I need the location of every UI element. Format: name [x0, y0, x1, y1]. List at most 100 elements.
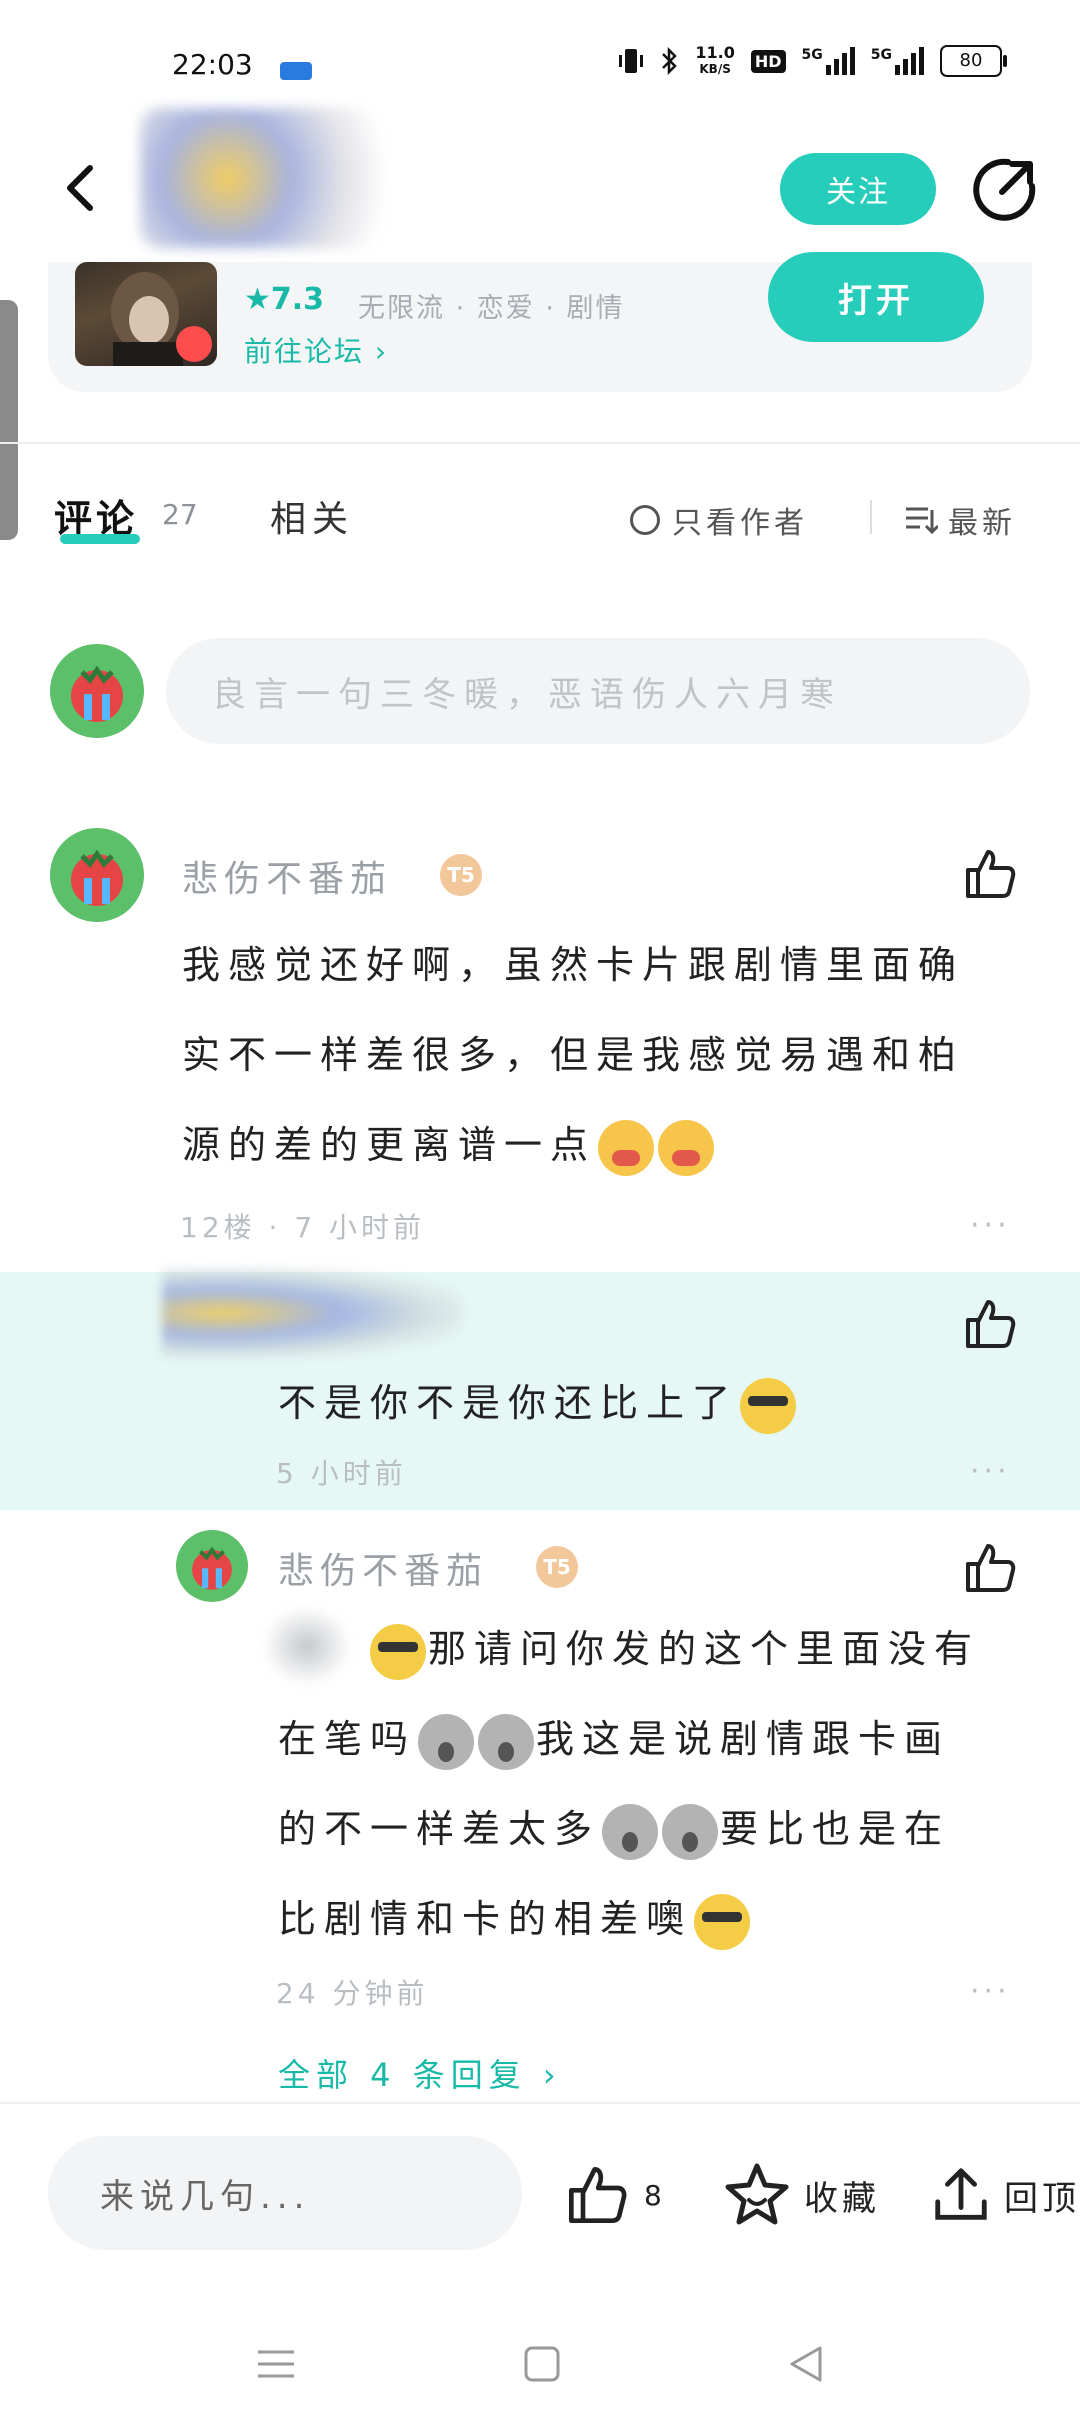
reply-text: 比剧情和卡的相差噢 — [278, 1897, 693, 1941]
sort-icon — [906, 507, 938, 535]
bluetooth-icon — [662, 46, 678, 76]
more-options-icon[interactable]: ··· — [970, 1974, 1011, 2009]
upload-arrow-icon — [935, 2168, 987, 2220]
signal-5g-2-icon: 5G — [871, 47, 924, 75]
replier-name[interactable]: 悲伤不番茄 — [278, 1542, 488, 1594]
level-badge: T5 — [440, 854, 482, 896]
comment-line-with-emoji: 源的差的更离谱一点 — [182, 1100, 964, 1190]
chevron-right-icon: › — [374, 335, 389, 368]
forum-link-label: 前往论坛 — [244, 335, 365, 368]
floor-number: 12楼 — [180, 1211, 256, 1244]
tab-related[interactable]: 相关 — [270, 490, 354, 542]
cool-sweat-emoji-icon — [740, 1377, 797, 1434]
star-icon — [725, 2163, 789, 2225]
divider — [0, 442, 1080, 444]
reply-text: 要比也是在 — [720, 1807, 951, 1851]
more-options-icon[interactable]: ··· — [970, 1208, 1011, 1243]
reply-body: 那请问你发的这个里面没有 在笔吗 我这是说剧情跟卡画 的不一样差太多 要比也是在 比… — [278, 1604, 980, 1964]
status-time: 22:03 — [172, 48, 253, 81]
like-icon[interactable] — [960, 844, 1020, 904]
reply-text: 在笔吗 — [278, 1717, 417, 1761]
share-icon[interactable] — [968, 154, 1040, 226]
like-icon — [569, 2167, 627, 2223]
comment-input[interactable]: 良言一句三冬暖，恶语伤人六月寒 — [166, 638, 1030, 744]
signal-5g-1-icon: 5G — [802, 47, 855, 75]
level-badge: T5 — [536, 1546, 578, 1588]
net-speed: 11.0 KB/S — [695, 44, 734, 78]
reply-time: 24 分钟前 — [276, 1977, 429, 2010]
only-author-label: 只看作者 — [672, 506, 808, 541]
home-icon[interactable] — [522, 2344, 562, 2384]
sort-label: 最新 — [948, 506, 1016, 541]
hd-icon: HD — [750, 49, 786, 73]
shocked-emoji-icon — [418, 1713, 475, 1770]
status-icons: 11.0 KB/S HD 5G 5G 80 — [617, 44, 1007, 78]
shocked-emoji-icon — [662, 1803, 719, 1860]
reply-line-1: 那请问你发的这个里面没有 — [278, 1604, 980, 1694]
view-all-replies-link[interactable]: 全部 4 条回复 › — [278, 2050, 562, 2096]
app-indicator-icon — [280, 62, 312, 80]
shocked-emoji-icon — [602, 1803, 659, 1860]
game-tags: 无限流 · 恋爱 · 剧情 — [358, 293, 625, 324]
commenter-avatar[interactable] — [50, 828, 144, 922]
replier-info-blurred[interactable] — [162, 1268, 462, 1358]
reply-time: 5 小时前 — [276, 1457, 407, 1490]
like-icon[interactable] — [960, 1294, 1020, 1354]
reply-line-4: 比剧情和卡的相差噢 — [278, 1874, 980, 1964]
user-avatar[interactable] — [50, 644, 144, 738]
menu-icon[interactable] — [256, 2344, 296, 2384]
favorite-button[interactable]: 收藏 — [722, 2160, 880, 2230]
like-count: 8 — [644, 2178, 666, 2212]
battery-icon: 80 — [940, 45, 1007, 77]
commenter-name[interactable]: 悲伤不番茄 — [182, 850, 392, 902]
divider — [0, 2102, 1080, 2104]
favorite-label: 收藏 — [804, 2178, 880, 2219]
comments-count: 27 — [162, 498, 198, 531]
tab-active-indicator — [60, 534, 140, 544]
follow-button[interactable]: 关注 — [780, 153, 936, 225]
system-nav-bar — [0, 2290, 1080, 2412]
reply-text: 我这是说剧情跟卡画 — [536, 1717, 951, 1761]
sort-button[interactable]: 最新 — [904, 498, 1016, 542]
cool-sweat-emoji-icon — [370, 1623, 426, 1680]
shocked-emoji-icon — [478, 1713, 535, 1770]
back-arrow-icon[interactable] — [52, 158, 112, 218]
comment-meta: 12楼 · 7 小时前 — [180, 1211, 426, 1244]
replier-avatar[interactable] — [176, 1530, 248, 1602]
back-to-top-label: 回顶 — [1004, 2178, 1080, 2219]
reply-text: 那请问你发的这个里面没有 — [428, 1627, 981, 1671]
net-speed-value: 11.0 — [695, 43, 735, 62]
rating-value: 7.3 — [270, 282, 325, 317]
comment-body: 我感觉还好啊，虽然卡片跟剧情里面确 实不一样差很多，但是我感觉易遇和柏 源的差的… — [182, 920, 964, 1190]
back-icon[interactable] — [786, 2344, 826, 2384]
like-button[interactable]: 8 — [562, 2160, 666, 2230]
reply-body: 不是你不是你还比上了 — [278, 1358, 798, 1448]
reply-text: 不是你不是你还比上了 — [278, 1381, 739, 1425]
reply-input[interactable]: 来说几句... — [48, 2136, 522, 2250]
heart-emoji-icon — [598, 1119, 655, 1176]
signal2-label: 5G — [870, 47, 892, 63]
back-to-top-button[interactable]: 回顶 — [930, 2160, 1080, 2230]
comment-line: 源的差的更离谱一点 — [182, 1123, 597, 1167]
edge-handle[interactable] — [0, 300, 18, 540]
author-avatar-blurred[interactable] — [140, 108, 430, 248]
comment-time: 7 小时前 — [294, 1211, 426, 1244]
only-author-toggle[interactable]: 只看作者 — [630, 498, 808, 542]
platform-logo-icon — [176, 326, 212, 362]
game-rating: ★7.3 — [244, 282, 325, 317]
radio-icon — [630, 505, 660, 535]
more-options-icon[interactable]: ··· — [970, 1454, 1011, 1489]
vibrate-icon — [619, 49, 644, 73]
heart-emoji-icon — [658, 1119, 715, 1176]
comment-line: 实不一样差很多，但是我感觉易遇和柏 — [182, 1033, 965, 1077]
signal1-label: 5G — [801, 47, 823, 63]
forum-link[interactable]: 前往论坛 › — [244, 330, 388, 370]
reply-text: 的不一样差太多 — [278, 1807, 601, 1851]
divider-vertical — [870, 500, 872, 534]
comment-line: 我感觉还好啊，虽然卡片跟剧情里面确 — [182, 943, 965, 987]
reply-line-2: 在笔吗 我这是说剧情跟卡画 — [278, 1694, 980, 1784]
like-icon[interactable] — [960, 1538, 1020, 1598]
net-speed-unit: KB/S — [699, 62, 731, 76]
cool-sweat-emoji-icon — [694, 1893, 751, 1950]
open-game-button[interactable]: 打开 — [768, 252, 984, 342]
